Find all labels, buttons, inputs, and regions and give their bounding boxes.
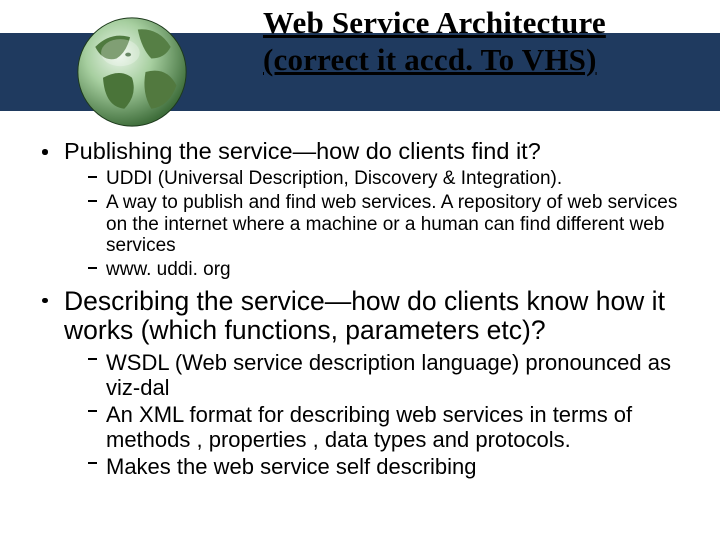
bullet-level1: Describing the service—how do clients kn… <box>34 287 686 346</box>
bullet-text: A way to publish and find web services. … <box>106 192 677 256</box>
slide-content: Publishing the service—how do clients fi… <box>34 138 686 485</box>
sub-list: UDDI (Universal Description, Discovery &… <box>64 168 686 280</box>
bullet-dot-icon <box>42 298 48 304</box>
bullet-level2: Makes the web service self describing <box>64 454 686 479</box>
globe-icon <box>74 14 190 130</box>
bullet-level2: A way to publish and find web services. … <box>64 192 686 257</box>
bullet-text: Makes the web service self describing <box>106 454 477 479</box>
bullet-dash-icon <box>88 200 97 202</box>
bullet-text: UDDI (Universal Description, Discovery &… <box>106 168 562 189</box>
bullet-dash-icon <box>88 267 97 269</box>
slide-title: Web Service Architecture (correct it acc… <box>263 5 683 78</box>
bullet-text: www. uddi. org <box>106 259 231 280</box>
bullet-text: An XML format for describing web service… <box>106 402 632 452</box>
bullet-dot-icon <box>42 149 48 155</box>
bullet-dash-icon <box>88 176 97 178</box>
bullet-text: WSDL (Web service description language) … <box>106 350 671 400</box>
bullet-text: Describing the service—how do clients kn… <box>64 286 665 346</box>
bullet-level2: UDDI (Universal Description, Discovery &… <box>64 168 686 190</box>
bullet-level2: WSDL (Web service description language) … <box>64 350 686 400</box>
sub-list: WSDL (Web service description language) … <box>64 350 686 479</box>
bullet-list: Publishing the service—how do clients fi… <box>34 138 686 479</box>
bullet-dash-icon <box>88 410 97 412</box>
bullet-level1: Publishing the service—how do clients fi… <box>34 138 686 164</box>
bullet-dash-icon <box>88 462 97 464</box>
slide: Web Service Architecture (correct it acc… <box>0 0 720 540</box>
bullet-dash-icon <box>88 358 97 360</box>
bullet-text: Publishing the service—how do clients fi… <box>64 138 541 164</box>
bullet-level2: An XML format for describing web service… <box>64 402 686 452</box>
bullet-level2: www. uddi. org <box>64 259 686 281</box>
